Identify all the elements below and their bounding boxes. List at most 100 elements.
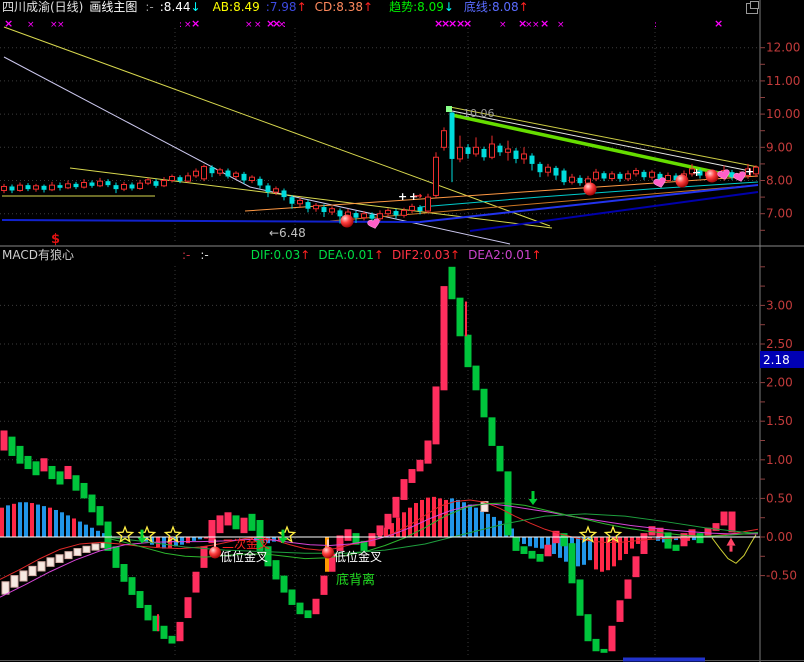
last-value-text: 2.18 [763, 353, 790, 367]
macd-step-bar [696, 533, 704, 544]
candle-up [425, 196, 431, 212]
macd-hist-bar [522, 537, 526, 544]
macd-hist-bar [12, 503, 16, 537]
candle-up [17, 184, 23, 191]
macd-step-bar [600, 648, 608, 653]
main-chart-panel[interactable]: ←6.4810.06$+ ++ +→× × × ×: × × × × ×××: ××××× × ×× × × ×… [1, 17, 759, 247]
candle-down [449, 112, 455, 159]
macd-step-bar [592, 638, 600, 652]
macd-step-bar [72, 475, 80, 491]
candle-down [177, 177, 183, 182]
candle-up [273, 188, 279, 193]
candle-down [561, 170, 567, 183]
candle-up [217, 169, 223, 174]
macd-step-bar [80, 482, 88, 499]
macd-hist-bar [408, 507, 412, 537]
candle-down [337, 210, 343, 217]
macd-hist-bar [192, 537, 196, 541]
candle-down [257, 178, 263, 186]
trendline-anchor-dot [446, 106, 452, 112]
macd-hist-bar [480, 510, 484, 537]
main-axis-label: 12.00 [766, 41, 800, 55]
macd-hist-bar [396, 517, 400, 537]
candle-up [361, 213, 367, 219]
candle-up [665, 175, 671, 182]
candle-up [81, 181, 87, 188]
candle-up [49, 184, 55, 191]
candle-down [25, 185, 31, 190]
candle-up [1, 185, 7, 191]
macd-step-bar [616, 600, 624, 622]
candle-up [313, 204, 319, 210]
signal-mark: × [245, 20, 253, 30]
yellow-hook-line [711, 534, 757, 564]
trendline-lavender [3, 56, 511, 245]
macd-step-bar [96, 506, 104, 526]
signal-mark: : [654, 20, 657, 30]
macd-step-bar [416, 459, 424, 472]
macd-hist-bar [180, 537, 184, 545]
candle-up [33, 185, 39, 190]
candle-down [513, 150, 519, 159]
candle-up [161, 180, 167, 187]
macd-hist-bar [0, 507, 4, 537]
candle-up [377, 213, 383, 220]
macd-hist-bar [186, 537, 190, 544]
macd-hist-bar [612, 537, 616, 567]
candle-up [489, 143, 495, 158]
up-arrow-icon [729, 545, 733, 552]
macd-step-bar [392, 496, 400, 518]
macd-hist-bar [60, 512, 64, 537]
balloon-marker-icon [705, 169, 719, 183]
signal-mark: × [540, 17, 549, 30]
macd-hist-bar [78, 521, 82, 537]
candle-down [289, 197, 295, 204]
macd-white-block [82, 545, 91, 553]
macd-step-bar [56, 471, 64, 485]
macd-hist-bar [42, 506, 46, 537]
macd-hist-bar [528, 537, 532, 547]
candle-down [353, 213, 359, 218]
candle-down [265, 185, 271, 193]
macd-step-bar [288, 589, 296, 605]
candle-down [225, 170, 231, 177]
resistance-white [451, 110, 751, 172]
macd-step-bar [304, 610, 312, 619]
balloon-marker-icon [340, 214, 354, 228]
macd-step-bar [568, 543, 576, 584]
macd-hist-bar [426, 497, 430, 537]
macd-hist-bar [72, 518, 76, 537]
candle-up [545, 166, 551, 173]
macd-step-bar [136, 591, 144, 609]
chart-annotation-label: $ [51, 232, 60, 247]
candle-down [153, 181, 159, 186]
scrollbar-thumb[interactable] [623, 657, 705, 662]
macd-hist-bar [444, 499, 448, 537]
candle-up [145, 179, 151, 184]
macd-step-bar [608, 625, 616, 652]
macd-step-bar [280, 575, 288, 593]
chart-canvas[interactable]: 12.00 11.00 10.00 9.00 8.00 7.00 3.00 2.50 2.00 1… [0, 0, 804, 662]
candle-up [193, 170, 199, 177]
macd-step-bar [496, 445, 504, 472]
macd-signal-label: 底背离 [336, 572, 375, 588]
candle-down [321, 207, 327, 213]
macd-step-bar [408, 469, 416, 483]
macd-step-bar [312, 598, 320, 615]
signal-mark: × [499, 20, 507, 30]
macd-step-bar [40, 458, 48, 472]
macd-signal-label: 低位金叉 [220, 549, 268, 564]
macd-step-bar [248, 513, 256, 531]
candle-down [481, 148, 487, 158]
main-axis-label: 11.00 [766, 74, 800, 88]
macd-step-bar [8, 436, 16, 456]
signal-mark: × [191, 17, 200, 30]
macd-step-bar [432, 386, 440, 445]
macd-hist-bar [450, 498, 454, 537]
candle-up [137, 182, 143, 189]
macd-white-block [55, 554, 64, 563]
macd-hist-bar [6, 505, 10, 537]
candle-down [209, 167, 215, 174]
macd-white-block [73, 548, 82, 557]
macd-white-block [10, 575, 19, 588]
